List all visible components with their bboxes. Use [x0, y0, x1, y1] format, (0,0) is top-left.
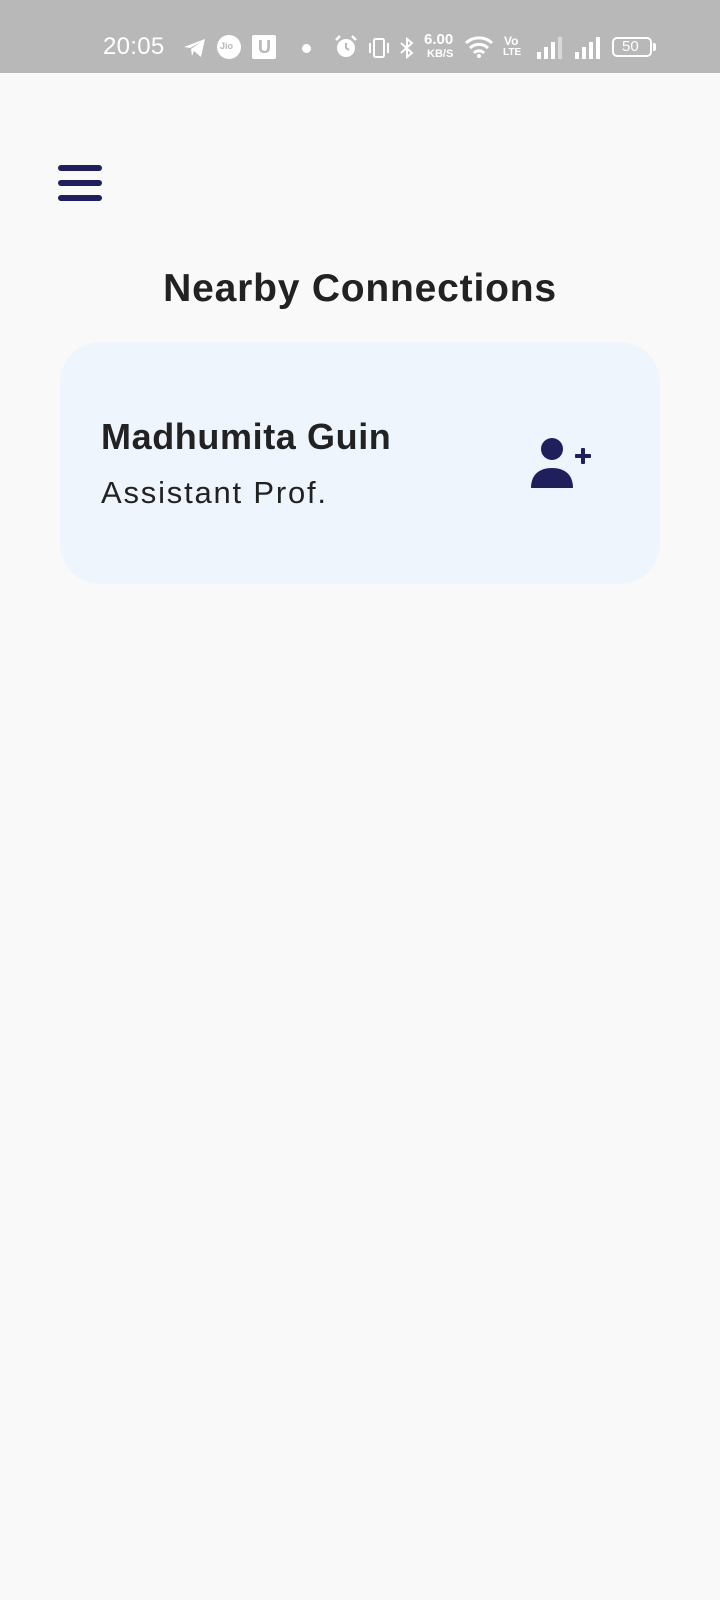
volte-bottom-label: LTE: [503, 47, 522, 58]
connection-card[interactable]: Madhumita Guin Assistant Prof.: [60, 342, 660, 584]
dot-icon: [302, 44, 311, 53]
volte-top-label: Vo: [504, 34, 519, 48]
wifi-icon: [464, 36, 494, 58]
connection-role: Assistant Prof.: [101, 475, 328, 510]
connection-name: Madhumita Guin: [101, 416, 392, 457]
network-speed-unit: KB/S: [427, 48, 454, 60]
alarm-icon: [335, 35, 357, 57]
vibrate-icon: [369, 38, 389, 58]
bluetooth-icon: [400, 36, 414, 60]
u-app-icon: U: [252, 35, 276, 59]
status-time: 20:05: [103, 33, 165, 60]
battery-level: 50: [622, 38, 639, 55]
page-title: Nearby Connections: [163, 267, 557, 310]
status-bar: 20:05 Jio U 6.00 KB/S Vo LTE 50: [0, 0, 720, 73]
volte-icon: Vo LTE: [503, 35, 527, 61]
telegram-icon: [184, 39, 205, 57]
network-speed-value: 6.00: [424, 31, 454, 48]
battery-icon: 50: [612, 37, 652, 57]
battery-tip: [653, 43, 656, 51]
jio-icon: Jio: [217, 35, 241, 59]
signal-icon: [575, 37, 600, 59]
add-user-icon[interactable]: [530, 436, 594, 492]
signal-icon: [537, 37, 562, 59]
hamburger-menu-icon[interactable]: [58, 165, 102, 203]
